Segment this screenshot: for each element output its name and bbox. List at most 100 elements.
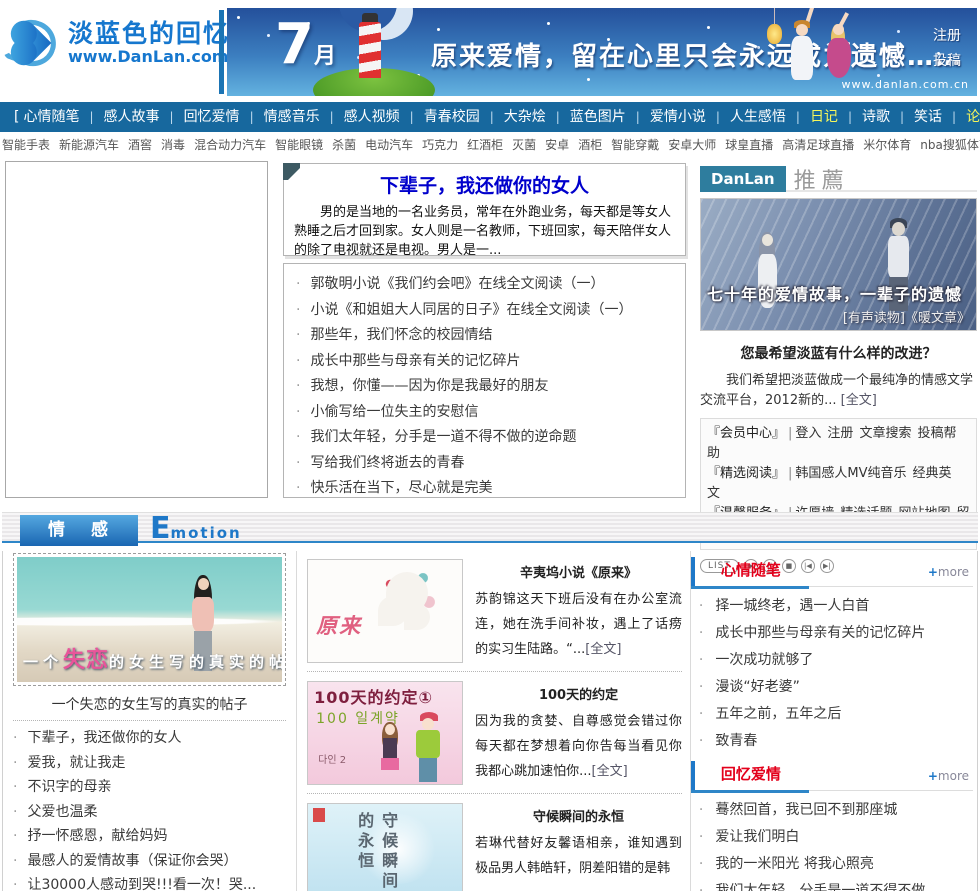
nav-item-jokes[interactable]: 笑话 [914, 109, 966, 125]
ad-link[interactable]: 球皇直播 [725, 138, 773, 152]
improvement-question[interactable]: 您最希望淡蓝有什么样的改进？ [700, 343, 977, 363]
nav-item-love-novels[interactable]: 爱情小说 [650, 109, 730, 125]
submit-link[interactable]: 投稿 [933, 49, 961, 74]
article-search-link[interactable]: 文章搜索 [859, 426, 911, 441]
article-link[interactable]: 快乐活在当下，尽心就是完美 [296, 476, 685, 502]
nav-item-misc[interactable]: 大杂烩 [504, 109, 570, 125]
ad-link[interactable]: 新能源汽车 [59, 138, 119, 152]
promo-subcaption: [有声读物]《暖文章》 [842, 311, 970, 326]
login-link[interactable]: 登入 [795, 426, 821, 441]
ad-link[interactable]: 巧克力 [422, 138, 458, 152]
ad-link[interactable]: 杀菌 [332, 138, 356, 152]
emotion-left-column: 一个失恋的女生写的真实的帖子 一个失恋的女生写的真实的帖子 下辈子，我还做你的女… [3, 551, 298, 891]
ad-link[interactable]: 智能眼镜 [275, 138, 323, 152]
ad-link[interactable]: 灭菌 [512, 138, 536, 152]
book-cover-yuanlai[interactable]: 原来 [307, 559, 464, 663]
section-header-memory-love: 回忆爱情 +more [690, 761, 974, 793]
nav-item-diary[interactable]: 日记 [810, 109, 862, 125]
page-header: 淡蓝色的回忆 www.DanLan.com.cn 7月 原来爱情，留在心里只会永… [0, 0, 980, 102]
sea-foam-decor [17, 617, 283, 626]
featured-post-caption[interactable]: 一个失恋的女生写的真实的帖子 [13, 694, 286, 714]
nav-item-forum[interactable]: 论坛 [966, 109, 980, 125]
top-banner-ad[interactable]: 7月 原来爱情，留在心里只会永远成为遗憾…… 注册 投稿 www.danlan.… [227, 8, 977, 96]
emotion-right-link[interactable]: 成长中那些与母亲有关的记忆碎片 [691, 620, 973, 647]
full-text-link[interactable]: [全文] [592, 764, 628, 779]
article-link[interactable]: 那些年，我们怀念的校园情结 [296, 323, 685, 349]
article-link[interactable]: 小说《和姐姐大人同居的日子》在线全文阅读（一） [296, 298, 685, 324]
emotion-right-link[interactable]: 五年之前，五年之后 [691, 701, 973, 728]
cover-script-text: 原来 [316, 614, 363, 638]
emotion-right-link[interactable]: 我的一米阳光 将我心照亮 [691, 851, 973, 878]
book-cover-100days[interactable]: 100天的约定① 100 일계약 다인 2 [307, 681, 464, 785]
emotion-right-link[interactable]: 漫谈“好老婆” [691, 674, 973, 701]
emotion-left-link[interactable]: 不识字的母亲 [13, 775, 286, 800]
ad-link[interactable]: 酒柜 [578, 138, 602, 152]
nav-item-youth-campus[interactable]: 青春校园 [424, 109, 504, 125]
more-link[interactable]: +more [928, 769, 969, 783]
danlan-brand-badge[interactable]: DanLan [700, 165, 786, 192]
emotion-title-cn[interactable]: 情 感 [20, 515, 138, 546]
emotion-right-link[interactable]: 我们太年轻，分手是一道不得不做... [691, 878, 973, 891]
emotion-left-link[interactable]: 让30000人感动到哭!!!看一次！哭... [13, 873, 286, 891]
book-title[interactable]: 100天的约定 [475, 684, 682, 703]
cover-title-text: 100天的约定① [314, 688, 434, 707]
book-item: 原来 辛夷坞小说《原来》 苏韵锦这天下班后没有在办公室流连，她在洗手间补妆，遇上… [307, 555, 682, 669]
section-title[interactable]: 回忆爱情 [721, 761, 781, 787]
ad-link[interactable]: 消毒 [161, 138, 185, 152]
featured-post-image[interactable]: 一个失恋的女生写的真实的帖子 [13, 553, 287, 686]
ad-link[interactable]: 米尔体育 [863, 138, 911, 152]
emotion-left-link[interactable]: 爱我，就让我走 [13, 751, 286, 776]
full-text-link[interactable]: [全文] [585, 642, 621, 657]
emotion-left-link[interactable]: 下辈子，我还做你的女人 [13, 726, 286, 751]
feature-article-title[interactable]: 下辈子，我还做你的女人 [284, 171, 685, 198]
ad-link[interactable]: 高清足球直播 [782, 138, 854, 152]
book-title[interactable]: 守候瞬间的永恒 [475, 806, 682, 825]
nav-item-touching-stories[interactable]: 感人故事 [104, 109, 184, 125]
nav-item-emotion-music[interactable]: 情感音乐 [264, 109, 344, 125]
corner-fold-decor [283, 163, 300, 180]
dotted-divider [307, 793, 682, 794]
recommend-promo-image[interactable]: 七十年的爱情故事，一辈子的遗憾 [有声读物]《暖文章》 [700, 198, 977, 331]
emotion-left-link[interactable]: 最感人的爱情故事（保证你会哭） [13, 849, 286, 874]
ad-link[interactable]: nba搜狐体育 [920, 138, 980, 152]
ad-link[interactable]: 酒窖 [128, 138, 152, 152]
nav-item-blue-pictures[interactable]: 蓝色图片 [570, 109, 650, 125]
emotion-left-link[interactable]: 抒一怀感恩，献给妈妈 [13, 824, 286, 849]
ad-link[interactable]: 电动汽车 [365, 138, 413, 152]
nav-item-poetry[interactable]: 诗歌 [862, 109, 914, 125]
korean-mv-link[interactable]: 韩国感人MV纯音乐 [795, 466, 906, 481]
ad-link[interactable]: 智能手表 [2, 138, 50, 152]
emotion-right-link[interactable]: 一次成功就够了 [691, 647, 973, 674]
full-text-link[interactable]: [全文] [841, 393, 877, 408]
article-link[interactable]: 小偷写给一位失主的安慰信 [296, 400, 685, 426]
section-title[interactable]: 心情随笔 [721, 557, 781, 583]
nav-item-mood-essay[interactable]: 心情随笔 [23, 109, 103, 125]
article-link[interactable]: 郭敬明小说《我们约会吧》在线全文阅读（一） [296, 272, 685, 298]
dotted-divider [307, 671, 682, 672]
image-overlay-caption: 一个失恋的女生写的真实的帖子 [23, 648, 282, 673]
ad-link[interactable]: 混合动力汽车 [194, 138, 266, 152]
emotion-right-link[interactable]: 择一城终老，遇一人白首 [691, 593, 973, 620]
emotion-left-link[interactable]: 父爱也温柔 [13, 800, 286, 825]
header-divider [219, 10, 224, 94]
register-link-2[interactable]: 注册 [827, 426, 853, 441]
article-link[interactable]: 写给我们终将逝去的青春 [296, 451, 685, 477]
nav-item-memory-love[interactable]: 回忆爱情 [184, 109, 264, 125]
article-link[interactable]: 我们太年轻，分手是一道不得不做的逆命题 [296, 425, 685, 451]
nav-item-life-insight[interactable]: 人生感悟 [730, 109, 810, 125]
banner-site-url: www.danlan.com.cn [841, 78, 969, 91]
article-link[interactable]: 我想，你懂——因为你是我最好的朋友 [296, 374, 685, 400]
emotion-right-link[interactable]: 爱让我们明白 [691, 824, 973, 851]
book-title[interactable]: 辛夷坞小说《原来》 [475, 562, 682, 581]
ad-link[interactable]: 智能穿戴 [611, 138, 659, 152]
ad-link[interactable]: 安卓大师 [668, 138, 716, 152]
register-link[interactable]: 注册 [933, 24, 961, 49]
emotion-right-link[interactable]: 致青春 [691, 728, 973, 755]
ad-link[interactable]: 安卓 [545, 138, 569, 152]
book-cover-shouhou[interactable]: 守候瞬间的永恒 [307, 803, 464, 891]
article-link[interactable]: 成长中那些与母亲有关的记忆碎片 [296, 349, 685, 375]
emotion-right-link[interactable]: 蓦然回首，我已回不到那座城 [691, 797, 973, 824]
ad-link[interactable]: 红酒柜 [467, 138, 503, 152]
more-link[interactable]: +more [928, 565, 969, 579]
nav-item-touching-videos[interactable]: 感人视频 [344, 109, 424, 125]
